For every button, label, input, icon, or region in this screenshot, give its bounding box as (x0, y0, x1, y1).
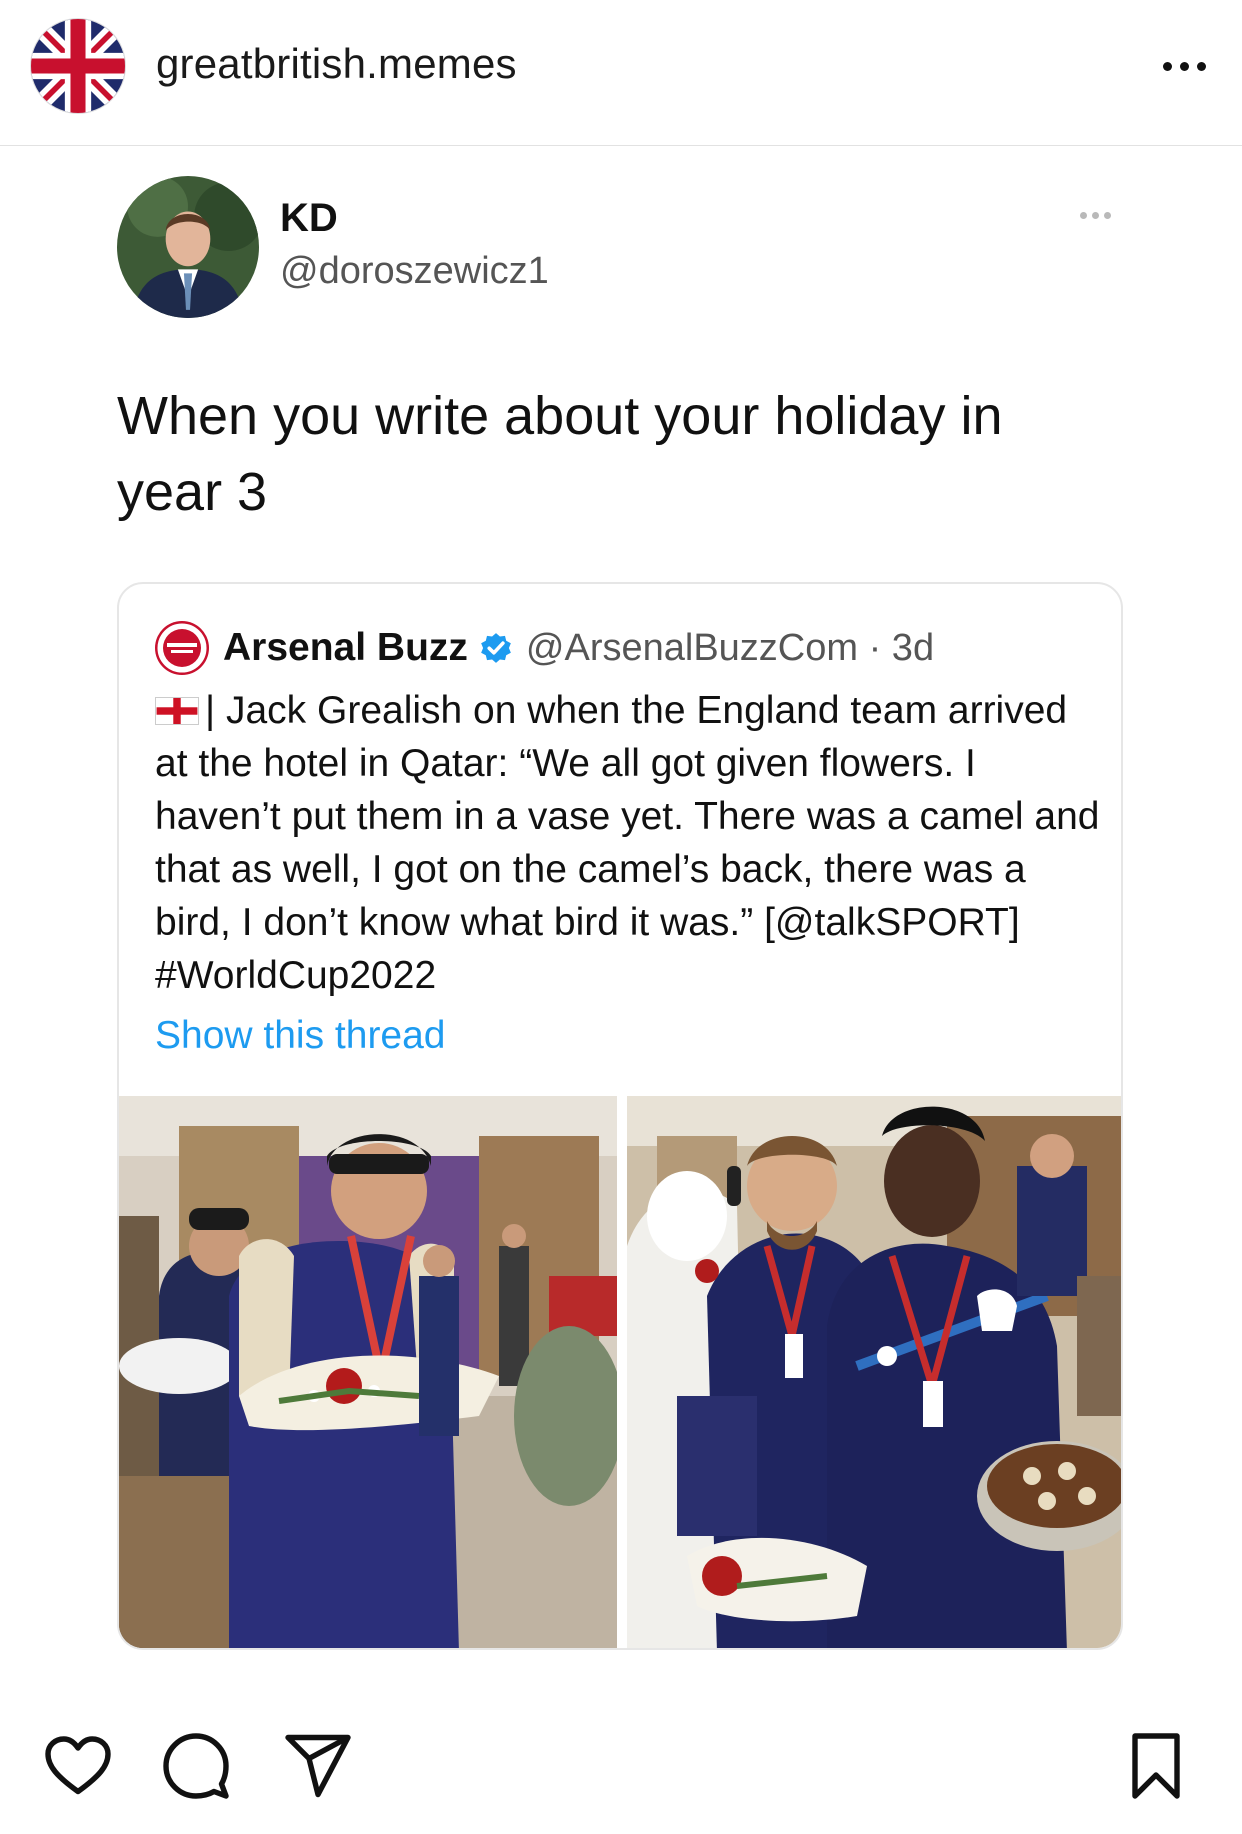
quoted-author-name: Arsenal Buzz (223, 626, 468, 669)
quoted-tweet-text: | Jack Grealish on when the England team… (155, 689, 1100, 997)
verified-badge-icon (481, 633, 511, 663)
bookmark-icon[interactable] (1120, 1730, 1192, 1802)
more-options-icon[interactable] (1156, 38, 1212, 94)
comment-bubble-icon[interactable] (160, 1730, 232, 1802)
heart-icon[interactable] (42, 1730, 114, 1802)
hotel-lobby-photo-right (627, 1096, 1121, 1648)
post-action-bar (0, 1730, 1242, 1820)
quoted-tweet-media[interactable] (119, 1096, 1121, 1648)
account-username[interactable]: greatbritish.memes (156, 40, 517, 88)
hotel-lobby-photo-left (119, 1096, 617, 1648)
quoted-tweet-body: | Jack Grealish on when the England team… (155, 684, 1105, 1002)
photo-right[interactable] (627, 1096, 1121, 1648)
show-thread-link[interactable]: Show this thread (155, 1014, 446, 1058)
england-flag-icon (155, 697, 199, 725)
tweet-author-handle: @doroszewicz1 (280, 250, 549, 292)
quoted-tweet-card: Arsenal Buzz @ArsenalBuzzCom · 3d | Jack… (117, 582, 1123, 1650)
tweet-more-icon (1080, 212, 1111, 219)
tweet-author-name: KD (280, 196, 338, 240)
account-avatar[interactable] (30, 18, 126, 114)
quoted-tweet-header: Arsenal Buzz @ArsenalBuzzCom · 3d (155, 618, 934, 678)
tweet-text: When you write about your holiday in yea… (117, 386, 1003, 522)
profile-photo (117, 176, 259, 318)
quoted-author-handle-time: @ArsenalBuzzCom · 3d (525, 626, 935, 669)
post-header: greatbritish.memes (0, 0, 1242, 146)
union-jack-logo (31, 19, 125, 113)
paper-plane-icon[interactable] (282, 1730, 354, 1802)
arsenal-buzz-logo (155, 621, 209, 675)
tweet-author-avatar (117, 176, 259, 318)
photo-left[interactable] (119, 1096, 617, 1648)
